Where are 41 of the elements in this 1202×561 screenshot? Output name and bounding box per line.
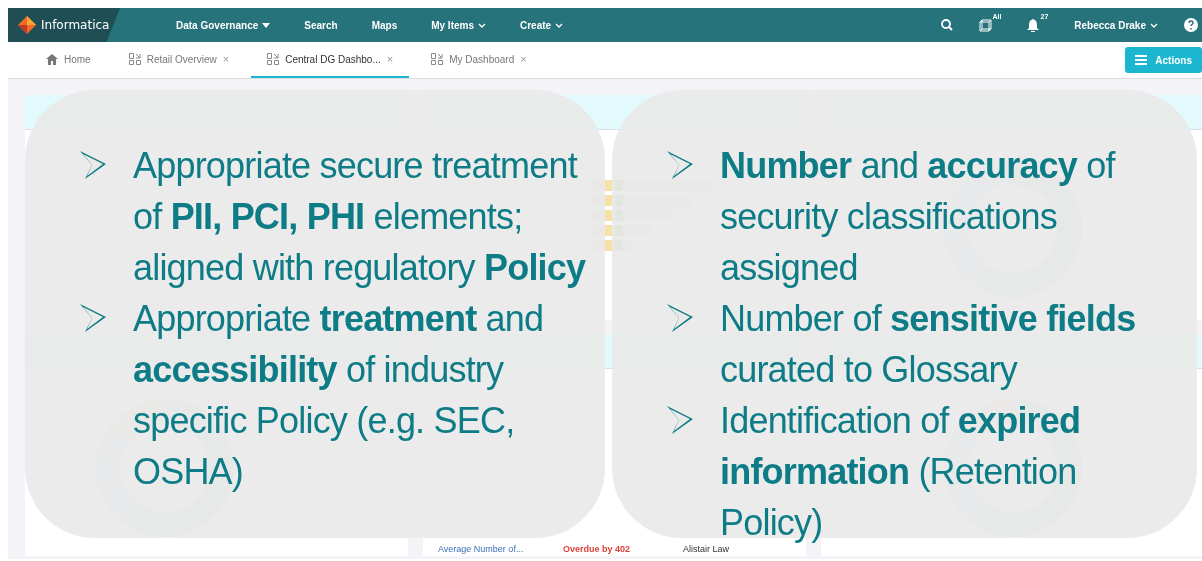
bullet-text: Appropriate treatment and accessibility of industry specific Policy (e.g. SEC, OSHA) bbox=[133, 297, 545, 494]
chevron-down-icon bbox=[478, 22, 486, 28]
chevron-down-icon bbox=[555, 22, 564, 28]
dashboard-icon bbox=[267, 53, 280, 65]
help-button[interactable] bbox=[1184, 18, 1198, 32]
bell-icon bbox=[1027, 18, 1040, 32]
dashboard-tab[interactable]: My Dashboard × bbox=[415, 42, 543, 78]
close-icon[interactable]: × bbox=[520, 53, 527, 65]
help-icon bbox=[1184, 18, 1198, 32]
dashboard-tab[interactable]: Retail Overview × bbox=[112, 42, 246, 78]
dashboard-icon bbox=[431, 53, 444, 65]
cube-icon bbox=[978, 18, 992, 32]
search-button[interactable] bbox=[940, 19, 953, 31]
logo-text: Informatica bbox=[41, 18, 110, 32]
arrowhead-icon bbox=[666, 405, 694, 435]
nav-menu-item[interactable]: Data Governance bbox=[176, 19, 271, 31]
logo-icon bbox=[18, 16, 36, 34]
overdue-text: Overdue by 402 bbox=[563, 544, 632, 554]
notifications-button[interactable] bbox=[1027, 18, 1040, 32]
arrowhead-icon bbox=[79, 150, 107, 180]
menu-icon bbox=[1135, 55, 1148, 65]
arrowhead-icon bbox=[666, 150, 694, 180]
user-menu[interactable]: Rebecca Drake bbox=[1074, 19, 1158, 31]
object-link[interactable]: Average Number of... bbox=[438, 544, 563, 554]
chevron-down-icon bbox=[1150, 22, 1158, 28]
search-icon bbox=[940, 19, 953, 31]
cube-button[interactable] bbox=[978, 18, 992, 32]
close-icon[interactable]: × bbox=[386, 53, 394, 65]
nav-menu-item[interactable]: Search bbox=[304, 19, 338, 31]
arrowhead-icon bbox=[666, 303, 694, 333]
nav-menu-item[interactable]: My Items bbox=[431, 19, 486, 31]
arrowhead-icon bbox=[79, 303, 107, 333]
nav-menu-item[interactable]: Maps bbox=[371, 19, 398, 31]
caret-down-icon bbox=[262, 22, 271, 28]
home-icon bbox=[46, 53, 58, 65]
nav-menu-item[interactable]: Create bbox=[520, 19, 564, 31]
dashboard-icon bbox=[128, 53, 141, 65]
close-icon[interactable]: × bbox=[222, 53, 230, 65]
bullet-text: Identification of expired information (Retention Policy) bbox=[720, 399, 1082, 545]
owner-text: Alistair Law bbox=[683, 544, 730, 554]
dashboard-tab[interactable]: Home bbox=[30, 42, 107, 78]
